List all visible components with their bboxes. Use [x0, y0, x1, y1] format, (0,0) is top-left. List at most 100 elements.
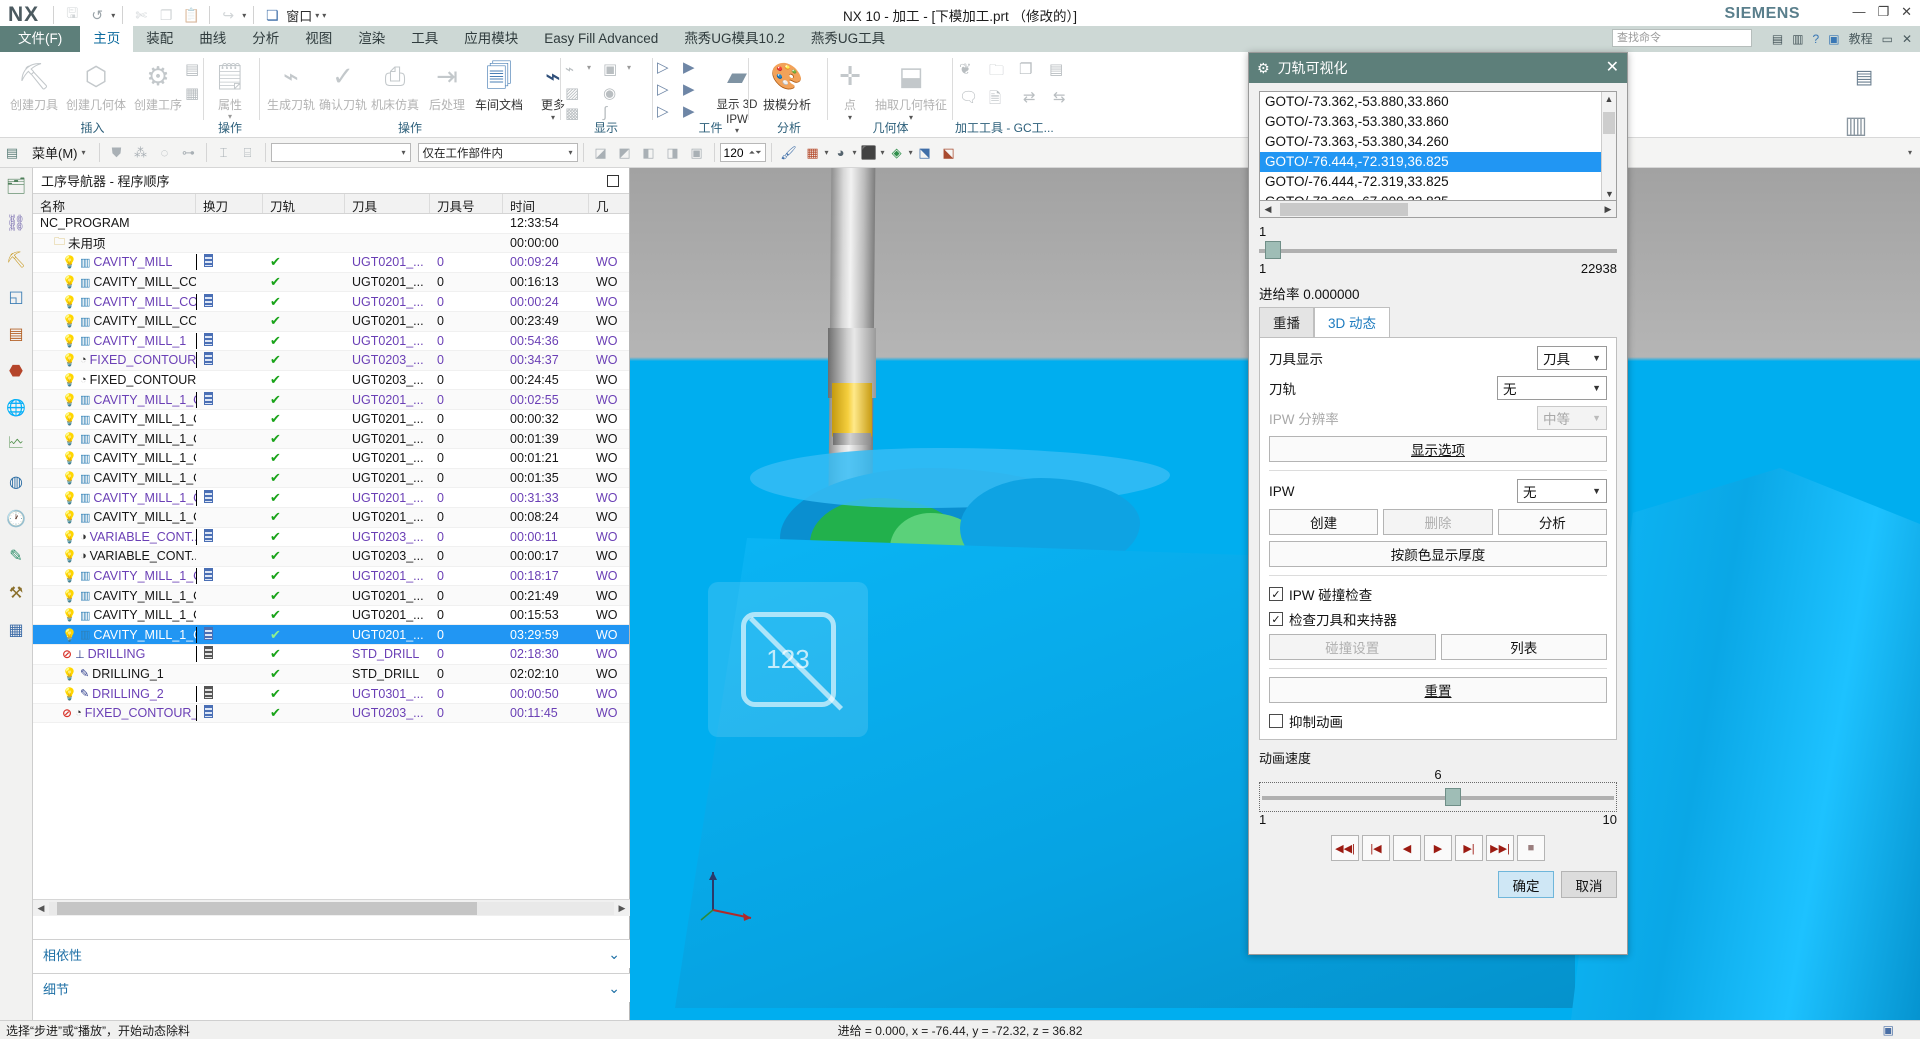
- tab-view[interactable]: 视图: [292, 27, 345, 52]
- dialog-tab-strip[interactable]: 重播 3D 动态: [1259, 307, 1617, 337]
- resource-bar[interactable]: 🗂 ⛓ ⛏ ◱ ▤ ⬣ 🌐 🗠 ◍ 🕐 ✎ ⚒ ▦: [0, 168, 33, 1020]
- operation-navigator-rows[interactable]: NC_PROGRAM 12:33:54 🗀 未用项 00:00:00 💡 ▥ CAVITY_M…: [33, 214, 629, 724]
- ipw-blank-icon[interactable]: ▷: [657, 102, 669, 120]
- window-cascade-icon[interactable]: ▥: [1792, 32, 1803, 46]
- toolpath-combo[interactable]: 无 ▼: [1497, 376, 1607, 400]
- suppress-animation-row[interactable]: 抑制动画: [1269, 711, 1607, 731]
- create-geometry-button[interactable]: ⬡ 创建几何体: [65, 56, 127, 113]
- process-studio-icon[interactable]: ◍: [4, 470, 28, 494]
- table-row[interactable]: 💡 ◔ FIXED_CONTOUR... ✔ UGT0203_... 0 00:24:45 W…: [33, 371, 629, 391]
- gc-list-icon[interactable]: ▤: [1049, 60, 1063, 78]
- menu-icon[interactable]: ▤: [0, 142, 24, 164]
- column-header-toolchange[interactable]: 换刀: [196, 194, 263, 214]
- list-item[interactable]: GOTO/-73.362,-53.880,33.860: [1260, 92, 1616, 112]
- display-toolpath-icon[interactable]: ⌁: [565, 60, 574, 78]
- web-browser-icon[interactable]: 🌐: [4, 396, 28, 420]
- tab-application[interactable]: 应用模块: [451, 27, 531, 52]
- table-row[interactable]: 💡▥CAVITY_MILL_1_C... ✔ UGT0201_... 0 00:21:4…: [33, 586, 629, 606]
- display-blank-icon[interactable]: ▣: [603, 60, 617, 78]
- goto-hscroll-thumb[interactable]: [1280, 202, 1408, 216]
- help-icon[interactable]: ?: [1813, 32, 1820, 46]
- suppress-animation-checkbox[interactable]: [1269, 714, 1283, 728]
- window-controls[interactable]: — ❐ ✕: [1852, 4, 1912, 20]
- status-monitor-icon[interactable]: ▣: [1883, 1023, 1894, 1037]
- menu-button[interactable]: 菜单(M) ▾: [24, 143, 94, 162]
- selection-toolbar[interactable]: ▤ 菜单(M) ▾ ⛊ ⁂ ◌ ⊶ ⌶ ⌸ ▾ 仅在工作部件内 ▾ ◪ ◩ ◧ …: [0, 138, 1920, 168]
- gc-doc-icon[interactable]: 🗎: [989, 88, 1001, 113]
- tab-render[interactable]: 渲染: [345, 27, 398, 52]
- gc-folder-icon[interactable]: 🗀: [989, 60, 1004, 85]
- quick-access-toolbar[interactable]: 🖫 ↺ ▾ ✄ ❐ 📋 ↪ ▾ ❏ 窗口 ▾ ▾: [49, 4, 326, 26]
- window-menu-label[interactable]: 窗口: [286, 6, 312, 25]
- list-item[interactable]: GOTO/-73.360,-67.000,33.825: [1260, 192, 1616, 200]
- menu-dropdown-icon[interactable]: ▾: [82, 148, 86, 157]
- chevron-down-icon-4[interactable]: ▼: [1592, 486, 1601, 496]
- playback-controls[interactable]: ◀◀| |◀ ◀ ▶ ▶| ▶▶| ■: [1259, 835, 1617, 861]
- display-center-icon[interactable]: ◉: [603, 84, 616, 102]
- display-cut-region-icon[interactable]: ▨: [565, 84, 579, 102]
- cancel-button[interactable]: 取消: [1561, 871, 1617, 898]
- ipw-unblank-icon[interactable]: ▶: [683, 102, 695, 120]
- redo-icon[interactable]: ↪: [217, 4, 239, 26]
- layer-in-icon[interactable]: ⬔: [913, 142, 937, 164]
- tab-3d-dynamic[interactable]: 3D 动态: [1314, 307, 1391, 337]
- render-style-icon[interactable]: ◈: [885, 142, 909, 164]
- tool-display-combo[interactable]: 刀具 ▼: [1537, 346, 1607, 370]
- list-item[interactable]: GOTO/-73.363,-53.380,33.860: [1260, 112, 1616, 132]
- ribbon-minimize-icon[interactable]: ▭: [1882, 32, 1893, 46]
- edge-select-icon[interactable]: ◩: [613, 142, 637, 164]
- hscroll-left-icon[interactable]: ◀: [33, 903, 49, 914]
- table-row[interactable]: 💡▥CAVITY_MILL_1_C... ✔ UGT0201_... 0 00:02:5…: [33, 390, 629, 410]
- restore-button[interactable]: ❐: [1877, 4, 1889, 20]
- table-row[interactable]: 💡 ▥ CAVITY_MILL ✔ UGT0201_... 0 00:09:24 WO: [33, 253, 629, 273]
- rewind-to-start-button[interactable]: ◀◀|: [1331, 835, 1359, 861]
- goto-items-container[interactable]: GOTO/-73.362,-53.880,33.860 GOTO/-73.363,…: [1260, 92, 1616, 200]
- tab-file[interactable]: 文件(F): [0, 26, 81, 52]
- tab-assemblies[interactable]: 装配: [133, 27, 186, 52]
- progress-slider[interactable]: [1259, 241, 1617, 259]
- table-row[interactable]: 💡▥CAVITY_MILL_1_C... ✔ UGT0201_... 0 00:18:1…: [33, 567, 629, 587]
- close-button[interactable]: ✕: [1901, 4, 1912, 20]
- cut-icon[interactable]: ✄: [130, 4, 152, 26]
- history-icon[interactable]: 🗠: [4, 433, 28, 457]
- gc-comment-icon[interactable]: 🗨: [959, 88, 978, 106]
- table-row[interactable]: 💡▥CAVITY_MILL_1_C... ✔ UGT0201_... 0 00:08:2…: [33, 507, 629, 528]
- column-header-geometry[interactable]: 几: [589, 194, 629, 214]
- list-item[interactable]: GOTO/-73.363,-53.380,34.260: [1260, 132, 1616, 152]
- create-program-icon[interactable]: ▤: [185, 60, 199, 78]
- table-row[interactable]: 💡▥CAVITY_MILL_1_C... ✔ UGT0201_... 0 00:31:3…: [33, 488, 629, 508]
- redo-dropdown-icon[interactable]: ▾: [242, 11, 246, 20]
- snap-icon[interactable]: ◌: [153, 142, 177, 164]
- body-select-icon[interactable]: ◧: [637, 142, 661, 164]
- ipw-in-process-icon[interactable]: ▷: [657, 58, 669, 76]
- shop-doc-button[interactable]: 🗐 车间文档: [468, 56, 530, 113]
- create-ipw-button[interactable]: 创建: [1269, 509, 1379, 535]
- type-filter-combo[interactable]: ▾: [270, 143, 411, 162]
- grid-icon[interactable]: ▦: [801, 142, 825, 164]
- ribbon-close-icon[interactable]: ✕: [1902, 32, 1912, 46]
- scope-arrow-icon[interactable]: ▾: [569, 148, 573, 157]
- table-row[interactable]: 💡▥CAVITY_MILL_CO... ✔ UGT0201_... 0 00:23:49…: [33, 311, 629, 332]
- step-back-button[interactable]: ◀: [1393, 835, 1421, 861]
- part-navigator-icon[interactable]: ◱: [4, 285, 28, 309]
- gc-swap-icon[interactable]: ⇆: [1053, 88, 1066, 106]
- save-icon[interactable]: 🖫: [61, 4, 83, 26]
- table-row[interactable]: 💡▥CAVITY_MILL_1_C... ✔ UGT0201_... 0 00:01:3…: [33, 468, 629, 489]
- display-toolpath-dropdown-icon[interactable]: ▾: [587, 63, 591, 72]
- goto-listbox[interactable]: GOTO/-73.362,-53.880,33.860 GOTO/-73.363,…: [1259, 91, 1617, 201]
- draft-analysis-button[interactable]: 🎨 拔模分析: [756, 56, 818, 113]
- column-header-name[interactable]: 名称: [33, 194, 196, 214]
- assembly-navigator-icon[interactable]: 🗂: [4, 174, 28, 198]
- window-dropdown-icon[interactable]: ▾: [315, 11, 319, 20]
- gc-transfer-icon[interactable]: ⇄: [1023, 88, 1036, 106]
- tab-easy-fill-advanced[interactable]: Easy Fill Advanced: [531, 27, 671, 52]
- table-row[interactable]: 💡▥CAVITY_MILL_1_C... ✔ UGT0201_... 0 00:15:5…: [33, 606, 629, 626]
- far-right-icon-3[interactable]: ▤: [1855, 66, 1873, 89]
- details-section[interactable]: 细节 ⌄: [33, 973, 630, 1002]
- create-method-icon[interactable]: ▦: [185, 84, 199, 102]
- hd3d-icon[interactable]: ⬣: [4, 359, 28, 383]
- animation-speed-knob[interactable]: [1445, 788, 1462, 806]
- panel-pin-icon[interactable]: [607, 174, 619, 187]
- table-row[interactable]: 💡▥CAVITY_MILL_1_C... ✔ UGT0201_... 0 00:01:3…: [33, 429, 629, 450]
- window-icon[interactable]: ❏: [261, 4, 283, 26]
